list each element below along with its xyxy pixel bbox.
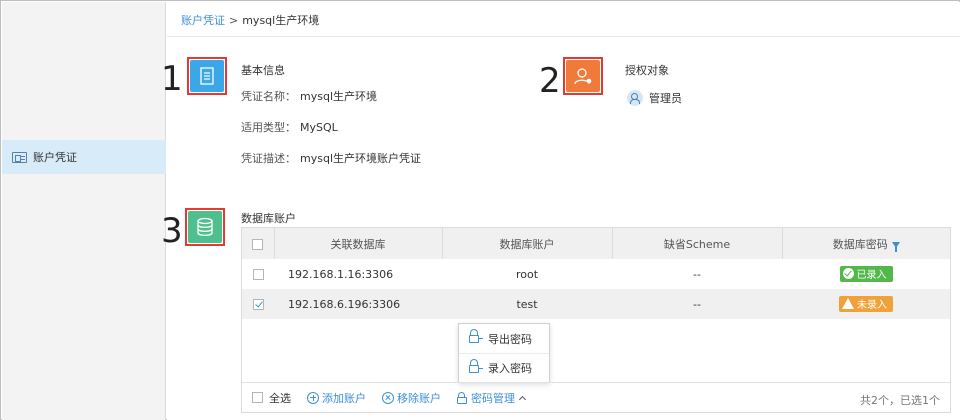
credential-type-value: MySQL: [300, 121, 338, 134]
grant-title: 授权对象: [625, 64, 669, 77]
breadcrumb-link[interactable]: 账户凭证: [181, 14, 225, 27]
credential-desc-label: 凭证描述：: [241, 152, 296, 165]
credential-name-row: 凭证名称： mysql生产环境: [241, 88, 377, 104]
cell-password-status: 已录入: [782, 259, 950, 289]
credential-desc-value: mysql生产环境账户凭证: [300, 152, 421, 165]
breadcrumb-separator: >: [229, 14, 239, 27]
x-circle-icon: [382, 391, 394, 404]
cell-scheme: --: [693, 297, 701, 311]
menu-item-label: 导出密码: [488, 332, 532, 346]
remove-account-button[interactable]: 移除账户: [382, 390, 441, 406]
breadcrumb-current: mysql生产环境: [242, 14, 320, 27]
header-checkbox-cell: [242, 228, 275, 259]
status-badge-not-entered: 未录入: [839, 295, 893, 312]
table-footer: 全选 添加账户 移除账户 密码管理 共2个，已选1个: [242, 382, 950, 412]
add-account-label: 添加账户: [322, 391, 366, 405]
users-icon: [627, 90, 643, 106]
grant-item-label: 管理员: [649, 92, 682, 105]
main-content: 账户凭证 > mysql生产环境 1 基本信息 凭证名称： mysql生产环境 适用类…: [161, 2, 960, 420]
cell-password-status: 未录入: [782, 289, 950, 319]
cell-scheme: --: [693, 267, 701, 281]
menu-item-import-password[interactable]: 录入密码: [459, 353, 549, 382]
select-all-control[interactable]: 全选: [252, 390, 291, 406]
cell-account: test: [516, 297, 538, 311]
db-accounts-icon-box: [185, 208, 225, 246]
basic-info-title: 基本信息: [241, 64, 285, 77]
cell-database: 192.168.6.196:3306: [288, 297, 401, 311]
remove-account-label: 移除账户: [397, 391, 441, 405]
row-checkbox[interactable]: [252, 269, 264, 280]
filter-icon[interactable]: [891, 241, 900, 252]
breadcrumb: 账户凭证 > mysql生产环境: [181, 12, 319, 28]
column-header-account: 数据库账户: [442, 228, 613, 259]
row-checkbox-cell: [242, 289, 274, 319]
credential-name-value: mysql生产环境: [300, 90, 377, 103]
chevron-up-icon: [518, 395, 527, 403]
password-management-label: 密码管理: [471, 391, 515, 405]
grant-item-admin: 管理员: [627, 90, 682, 106]
header-select-checkbox[interactable]: [252, 238, 264, 250]
table-row[interactable]: 192.168.1.16:3306 root -- 已录入: [242, 259, 950, 289]
user-settings-icon: [566, 60, 600, 92]
plus-circle-icon: [307, 391, 319, 404]
column-header-password[interactable]: 数据库密码: [782, 228, 950, 259]
status-badge-label: 未录入: [857, 300, 887, 312]
credential-type-row: 适用类型： MySQL: [241, 119, 338, 135]
id-card-icon: [12, 151, 27, 163]
credential-desc-row: 凭证描述： mysql生产环境账户凭证: [241, 150, 421, 166]
sidebar-item-label: 账户凭证: [33, 151, 77, 164]
menu-item-export-password[interactable]: 导出密码: [459, 324, 549, 353]
credential-name-label: 凭证名称：: [241, 90, 296, 103]
lock-export-icon: [469, 329, 483, 344]
add-account-button[interactable]: 添加账户: [307, 390, 366, 406]
warning-icon: [842, 298, 854, 310]
column-header-scheme: 缺省Scheme: [612, 228, 783, 259]
marker-number-2: 2: [539, 61, 561, 101]
document-icon: [190, 60, 224, 92]
sidebar-item-account-credential[interactable]: 账户凭证: [2, 140, 166, 174]
table-row[interactable]: 192.168.6.196:3306 test -- 未录入: [242, 289, 950, 319]
db-accounts-title: 数据库账户: [241, 212, 296, 225]
select-all-checkbox[interactable]: [252, 392, 263, 403]
marker-number-1: 1: [161, 59, 183, 99]
sidebar: 账户凭证: [2, 2, 166, 420]
check-circle-icon: [842, 268, 854, 280]
select-all-label: 全选: [269, 391, 291, 405]
row-checkbox[interactable]: [252, 299, 264, 310]
header-divider: [167, 36, 960, 37]
password-menu-dropdown: 导出密码 录入密码: [458, 323, 550, 383]
lock-icon: [457, 391, 467, 404]
grant-icon-box: [563, 57, 603, 95]
password-management-button[interactable]: 密码管理: [457, 390, 527, 406]
cell-database: 192.168.1.16:3306: [288, 267, 394, 281]
menu-item-label: 录入密码: [488, 362, 532, 375]
basic-info-icon-box: [187, 57, 227, 95]
cell-account: root: [515, 267, 539, 281]
column-header-database: 关联数据库: [274, 228, 443, 259]
credential-type-label: 适用类型：: [241, 121, 296, 134]
app-frame: 账户凭证 账户凭证 > mysql生产环境 1 基本信息 凭证名称： mysql生产环…: [0, 0, 960, 420]
table-header-row: 关联数据库 数据库账户 缺省Scheme 数据库密码: [242, 228, 950, 259]
column-header-password-label: 数据库密码: [832, 237, 888, 251]
marker-number-3: 3: [161, 211, 183, 251]
status-badge-label: 已录入: [856, 270, 887, 282]
selection-summary: 共2个，已选1个: [860, 394, 940, 407]
lock-import-icon: [469, 358, 483, 374]
status-badge-entered: 已录入: [839, 265, 893, 282]
row-checkbox-cell: [242, 259, 274, 289]
database-icon: [188, 211, 222, 243]
